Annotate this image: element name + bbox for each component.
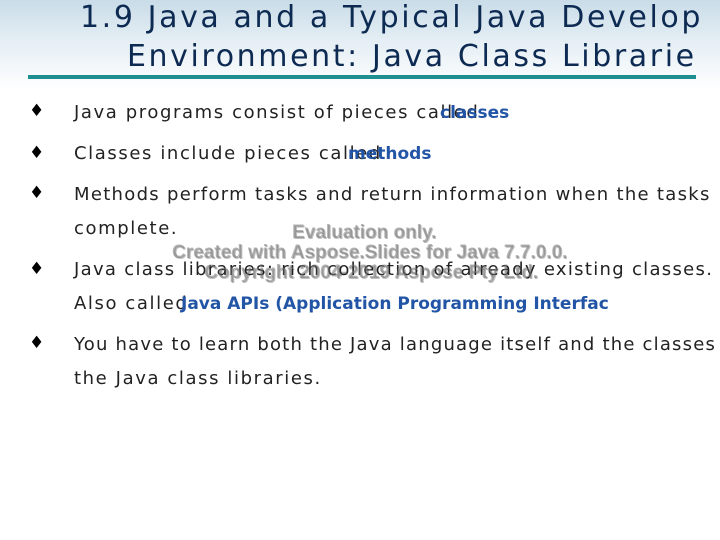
bullet-diamond-icon: ♦ [29,259,45,279]
watermark-line-3: Copyright 2004-2019 Aspose Pty Ltd. [204,262,539,283]
bullet-1-text: Java programs consist of pieces called [74,102,480,123]
bullet-diamond-icon: ♦ [29,101,45,121]
bullet-1-keyword: classes [440,103,510,123]
watermark-line-2: Created with Aspose.Slides for Java 7.7.… [172,242,568,263]
bullet-2-text: Classes include pieces called [74,143,382,164]
bullet-diamond-icon: ♦ [29,183,45,203]
bullet-3-text-line-1: Methods perform tasks and return informa… [74,184,711,205]
bullet-5-text-line-2: the Java class libraries. [74,368,322,389]
bullet-2-keyword: methods [348,144,432,164]
bullet-diamond-icon: ♦ [29,143,45,163]
watermark-line-1: Evaluation only. [292,222,437,243]
bullet-4-text-line-2: Also called [74,293,189,314]
bullet-5-text-line-1: You have to learn both the Java language… [74,334,720,355]
bullet-4-keyword: Java APIs (Application Programming Inter… [181,294,609,314]
bullet-diamond-icon: ♦ [29,333,45,353]
bullet-3-text-line-2: complete. [74,218,179,239]
